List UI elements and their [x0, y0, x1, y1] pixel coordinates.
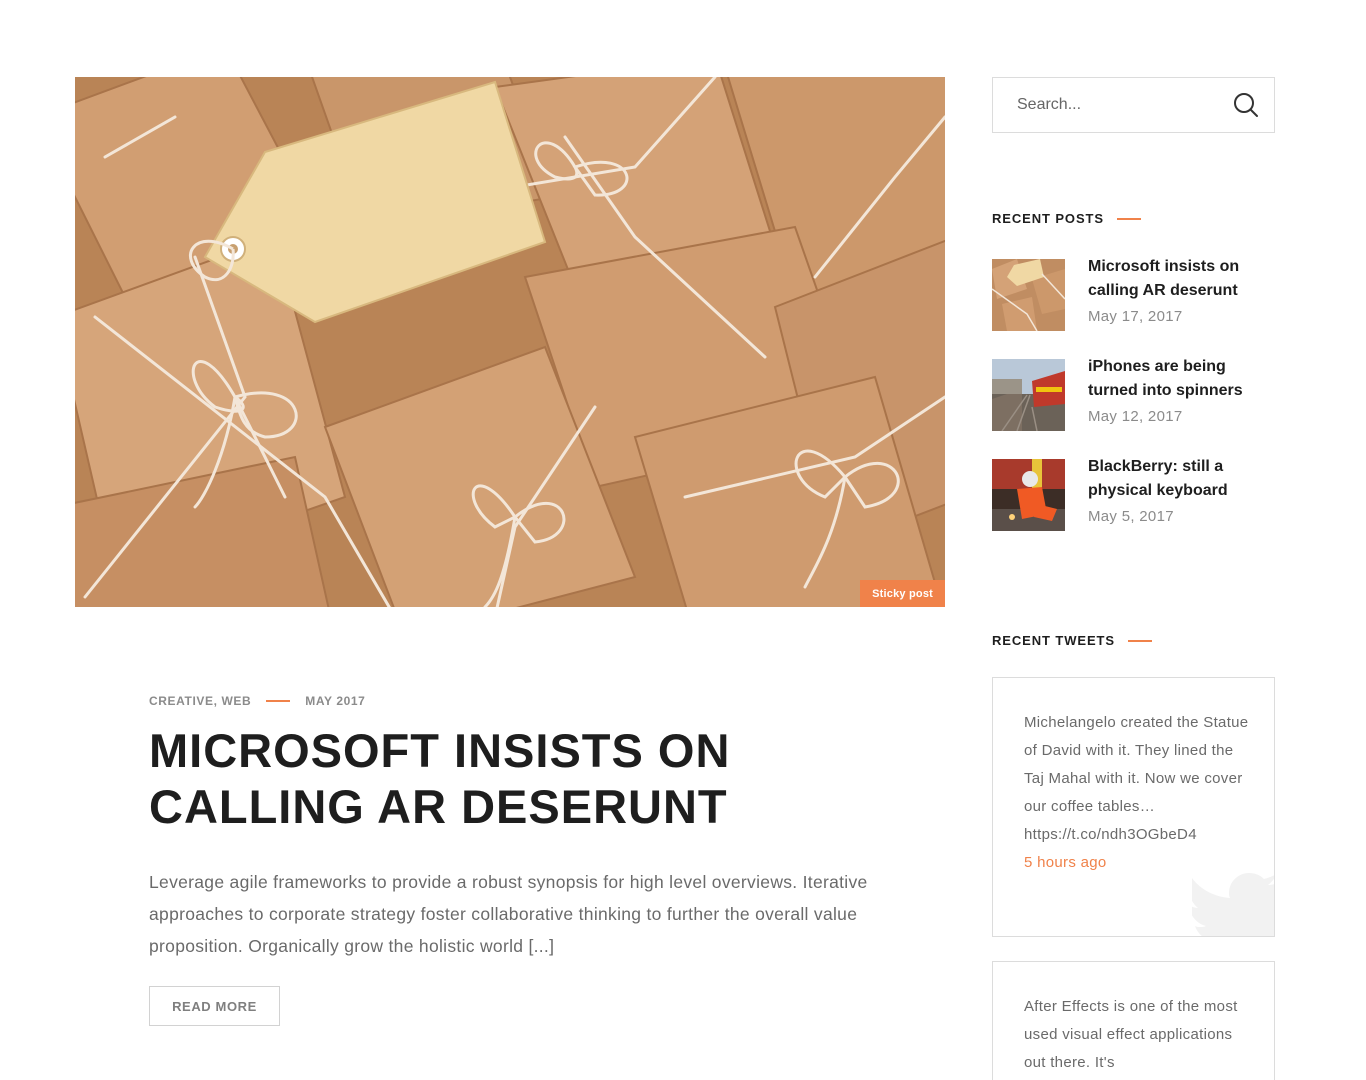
search-icon[interactable] — [1232, 91, 1260, 119]
heading-accent-line — [1116, 217, 1141, 220]
recent-posts-heading: RECENT POSTS — [992, 211, 1141, 226]
recent-post-date: May 12, 2017 — [1088, 408, 1183, 425]
search-input[interactable] — [993, 78, 1223, 132]
post-excerpt: Leverage agile frameworks to provide a r… — [149, 872, 868, 956]
featured-image[interactable]: Sticky post — [75, 77, 945, 607]
recent-post-title[interactable]: Microsoft insists on calling AR deserunt — [1088, 255, 1278, 303]
recent-post-thumbnail[interactable] — [992, 259, 1065, 331]
parcels-illustration — [75, 77, 945, 607]
tweet-time-link[interactable]: 5 hours ago — [1024, 849, 1254, 877]
recent-tweets-heading: RECENT TWEETS — [992, 633, 1152, 648]
recent-post-item: Microsoft insists on calling AR deserunt… — [992, 258, 1292, 359]
twitter-bird-icon — [1192, 873, 1274, 936]
meta-separator — [266, 700, 291, 702]
post-date: MAY 2017 — [305, 694, 366, 708]
tweet-body: Michelangelo created the Statue of David… — [1024, 709, 1254, 877]
read-more-button[interactable]: READ MORE — [149, 986, 280, 1026]
recent-post-date: May 17, 2017 — [1088, 308, 1183, 325]
tweet-body: After Effects is one of the most used vi… — [1024, 993, 1254, 1077]
recent-post-title[interactable]: BlackBerry: still a physical keyboard — [1088, 455, 1278, 503]
tweet-card: Michelangelo created the Statue of David… — [992, 677, 1275, 937]
recent-tweets-title: RECENT TWEETS — [992, 633, 1115, 648]
post-title[interactable]: MICROSOFT INSISTS ON CALLING AR DESERUNT — [149, 723, 909, 835]
recent-post-item: BlackBerry: still a physical keyboard Ma… — [992, 458, 1292, 559]
search-box — [992, 77, 1275, 133]
tweet-text: Michelangelo created the Statue of David… — [1024, 714, 1249, 843]
tweet-text: After Effects is one of the most used vi… — [1024, 998, 1238, 1071]
recent-posts-list: Microsoft insists on calling AR deserunt… — [992, 258, 1292, 559]
post-meta: CREATIVE, WEB MAY 2017 — [149, 694, 365, 708]
recent-post-item: iPhones are being turned into spinners M… — [992, 358, 1292, 459]
recent-post-thumbnail[interactable] — [992, 359, 1065, 431]
tweet-card: After Effects is one of the most used vi… — [992, 961, 1275, 1080]
post-categories[interactable]: CREATIVE, WEB — [149, 694, 251, 708]
heading-accent-line — [1127, 639, 1152, 642]
recent-posts-title: RECENT POSTS — [992, 211, 1104, 226]
recent-post-date: May 5, 2017 — [1088, 508, 1174, 525]
recent-post-thumbnail[interactable] — [992, 459, 1065, 531]
recent-post-title[interactable]: iPhones are being turned into spinners — [1088, 355, 1278, 403]
sticky-post-badge: Sticky post — [860, 580, 945, 607]
